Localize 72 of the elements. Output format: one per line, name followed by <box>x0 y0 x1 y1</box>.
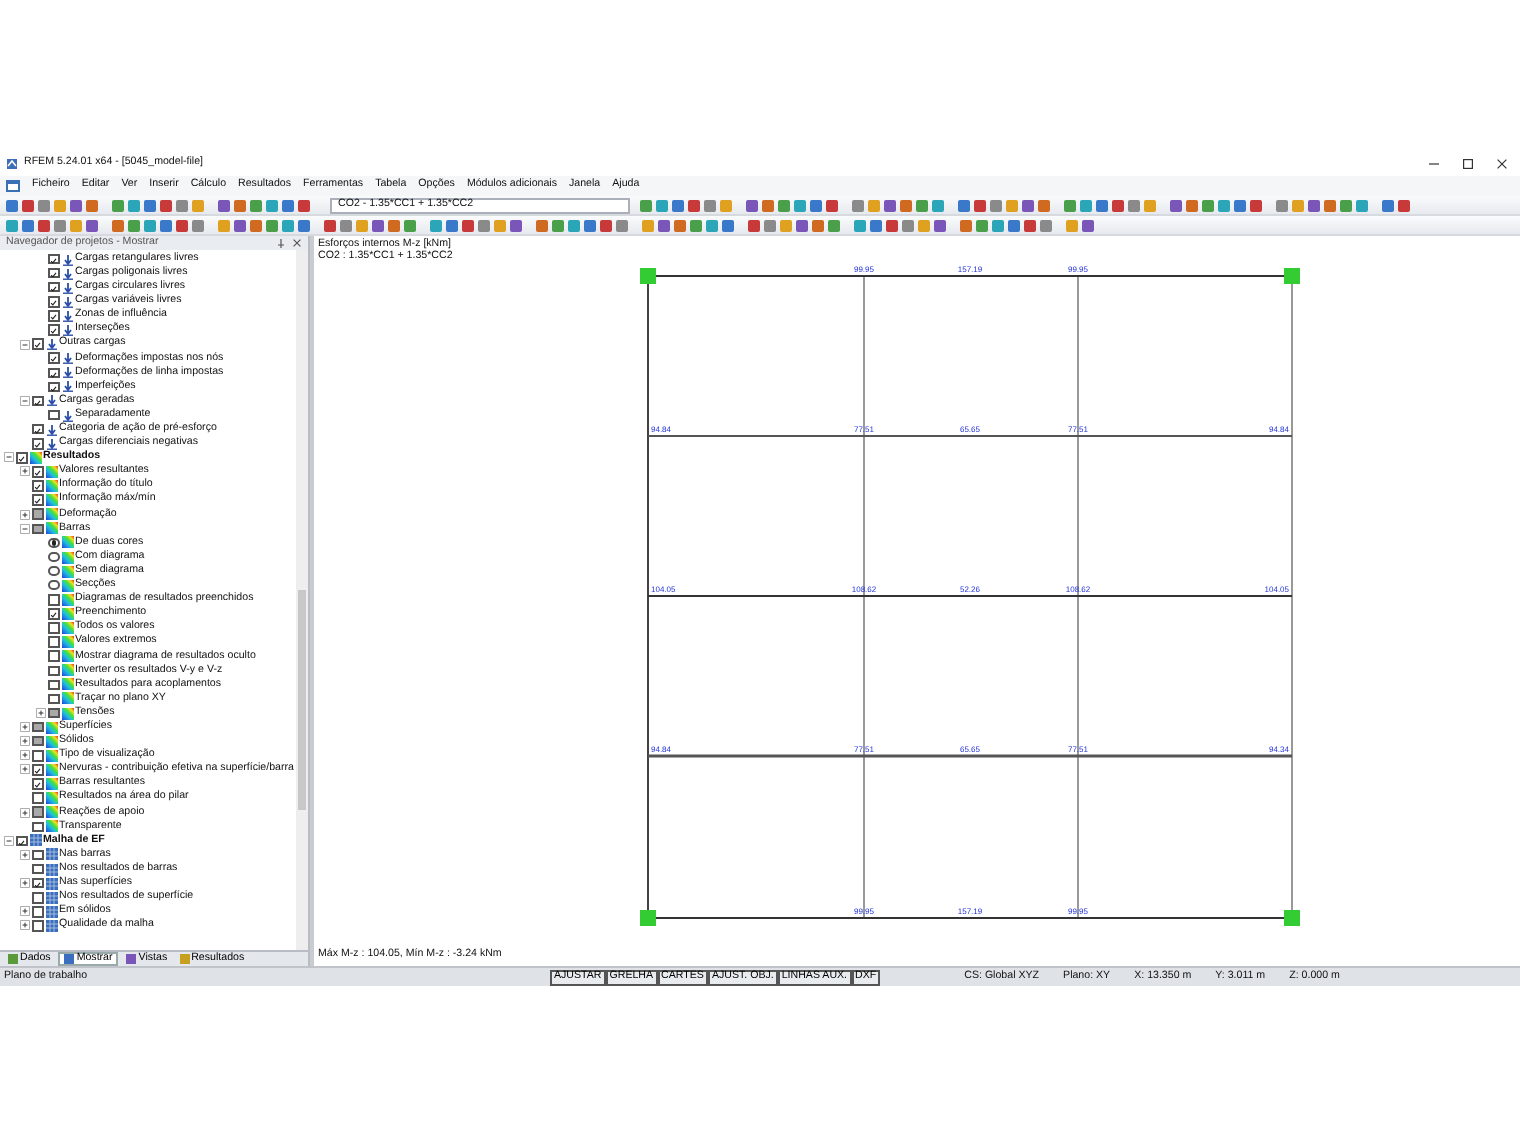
expand-icon[interactable] <box>20 722 30 733</box>
scrollbar[interactable] <box>296 250 308 950</box>
radio-button[interactable] <box>48 537 59 549</box>
checkbox[interactable] <box>16 835 27 847</box>
expand-icon[interactable] <box>20 750 30 761</box>
document-icon[interactable] <box>6 180 20 192</box>
expand-icon[interactable] <box>20 764 30 775</box>
load-arrow-icon <box>45 394 57 407</box>
expand-icon[interactable] <box>20 920 30 931</box>
checkbox[interactable] <box>32 494 43 506</box>
checkbox[interactable] <box>32 892 43 904</box>
load-arrow-icon <box>45 338 57 351</box>
checkbox[interactable] <box>32 735 43 747</box>
checkbox[interactable] <box>32 750 43 762</box>
checkbox[interactable] <box>32 778 43 790</box>
load-arrow-icon <box>61 409 73 422</box>
checkbox[interactable] <box>32 821 43 833</box>
radio-button[interactable] <box>48 565 59 577</box>
expand-icon[interactable] <box>36 708 46 719</box>
expand-icon[interactable] <box>20 807 30 818</box>
checkbox[interactable] <box>48 608 59 620</box>
checkbox[interactable] <box>48 267 59 279</box>
pin-icon[interactable] <box>276 238 286 248</box>
checkbox[interactable] <box>32 863 43 875</box>
checkbox[interactable] <box>48 679 59 691</box>
checkbox[interactable] <box>32 806 43 818</box>
checkbox[interactable] <box>48 594 59 606</box>
checkbox[interactable] <box>48 324 59 336</box>
checkbox[interactable] <box>32 906 43 918</box>
checkbox[interactable] <box>32 877 43 889</box>
checkbox[interactable] <box>32 764 43 776</box>
checkbox[interactable] <box>32 438 43 450</box>
checkbox[interactable] <box>48 650 59 662</box>
expand-icon[interactable] <box>20 906 30 917</box>
checkbox[interactable] <box>32 721 43 733</box>
checkbox[interactable] <box>48 636 59 648</box>
checkbox[interactable] <box>32 338 43 350</box>
expand-icon[interactable] <box>20 466 30 477</box>
checkbox[interactable] <box>32 849 43 861</box>
checkbox[interactable] <box>48 707 59 719</box>
checkbox[interactable] <box>48 622 59 634</box>
expand-icon[interactable] <box>20 849 30 860</box>
checkbox[interactable] <box>32 508 43 520</box>
checkbox[interactable] <box>32 466 43 478</box>
checkbox[interactable] <box>48 367 59 379</box>
checkbox[interactable] <box>32 792 43 804</box>
checkbox[interactable] <box>48 253 59 265</box>
checkbox[interactable] <box>32 423 43 435</box>
minimize-icon[interactable] <box>1428 158 1440 170</box>
checkbox[interactable] <box>32 395 43 407</box>
checkbox[interactable] <box>48 281 59 293</box>
checkbox[interactable] <box>32 480 43 492</box>
radio-button[interactable] <box>48 579 59 591</box>
app-logo-icon <box>6 158 18 170</box>
radio-button[interactable] <box>48 551 59 563</box>
checkbox[interactable] <box>48 310 59 322</box>
checkbox[interactable] <box>32 920 43 932</box>
checkbox[interactable] <box>48 296 59 308</box>
checkbox[interactable] <box>48 693 59 705</box>
expand-icon[interactable] <box>20 509 30 520</box>
checkbox[interactable] <box>48 381 59 393</box>
checkbox[interactable] <box>16 452 27 464</box>
expand-icon[interactable] <box>20 878 30 889</box>
checkbox[interactable] <box>48 665 59 677</box>
close-icon[interactable] <box>292 238 302 248</box>
expand-icon[interactable] <box>20 736 30 747</box>
maximize-icon[interactable] <box>1462 158 1474 170</box>
close-icon[interactable] <box>1496 158 1508 170</box>
mesh-grid-icon <box>29 834 41 847</box>
checkbox[interactable] <box>48 409 59 421</box>
checkbox[interactable] <box>32 523 43 535</box>
checkbox[interactable] <box>48 352 59 364</box>
